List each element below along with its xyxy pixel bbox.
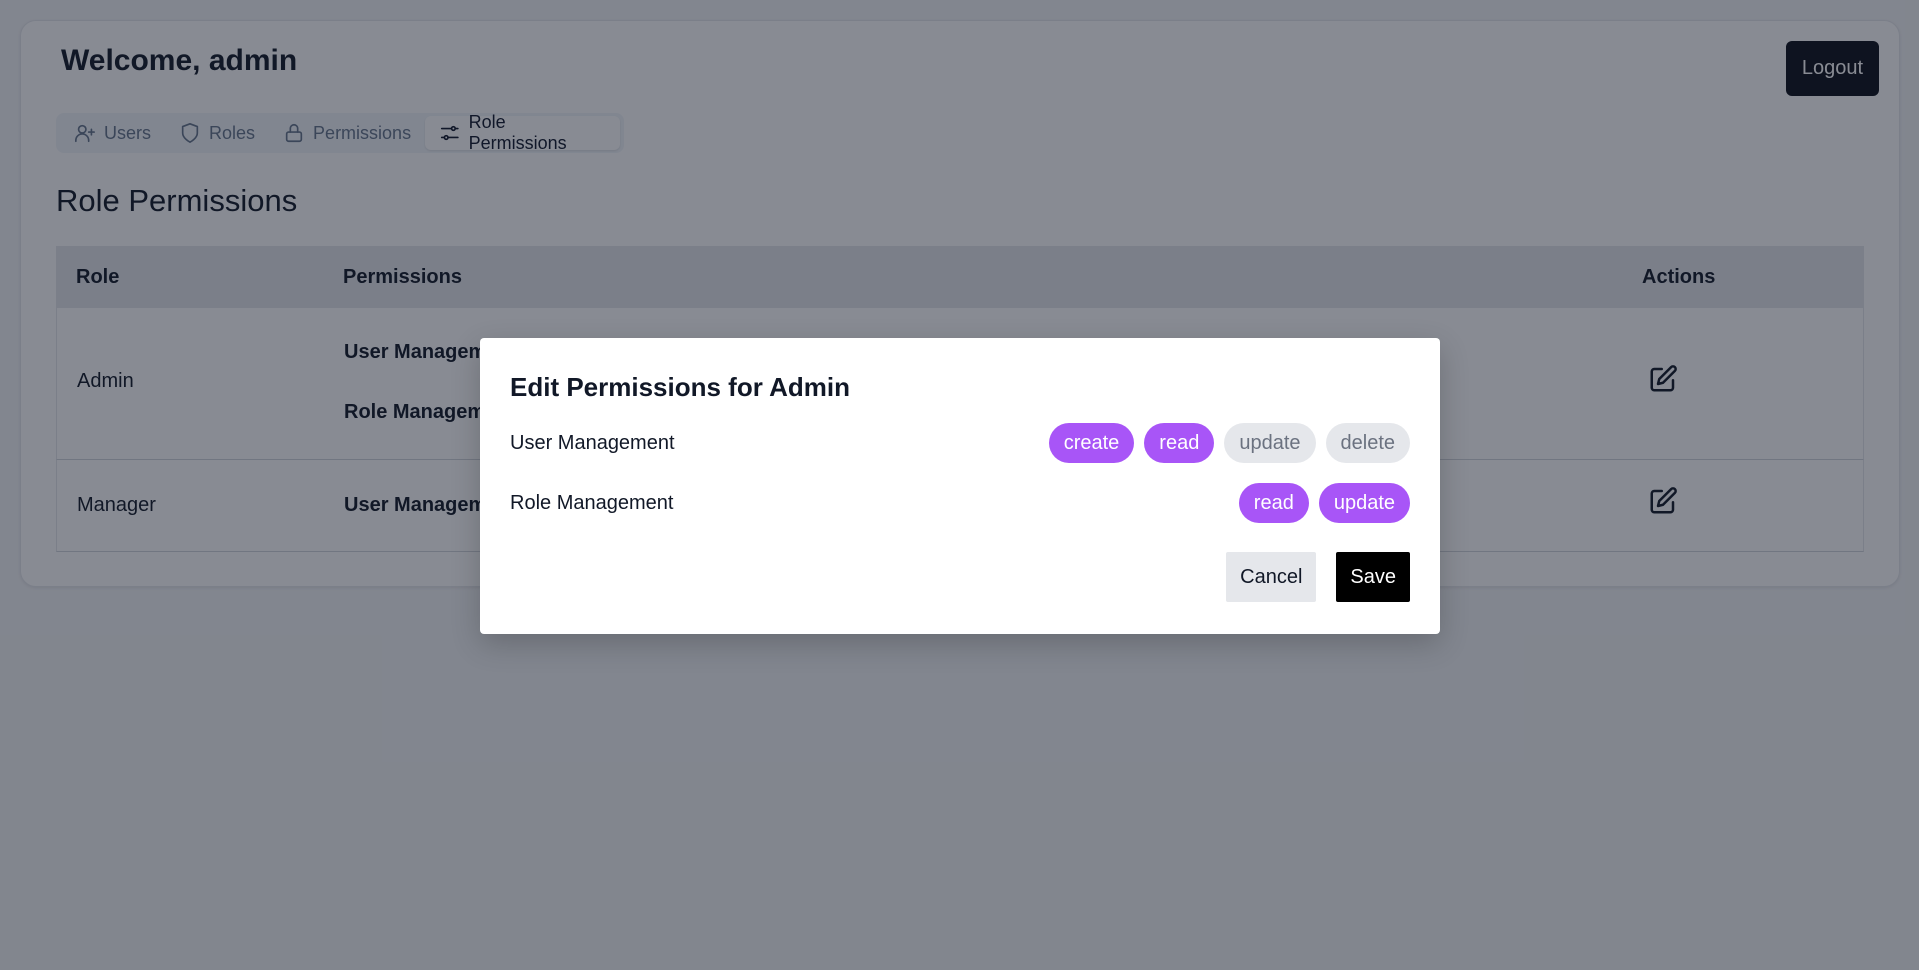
cancel-button[interactable]: Cancel xyxy=(1226,552,1317,602)
permission-group-name: User Management xyxy=(510,431,675,454)
modal-actions: Cancel Save xyxy=(1226,552,1410,602)
modal-title: Edit Permissions for Admin xyxy=(510,372,850,402)
permission-group-row: Role Management read update xyxy=(510,483,1410,523)
permission-group-row: User Management create read update delet… xyxy=(510,423,1410,463)
save-button[interactable]: Save xyxy=(1336,552,1410,602)
permission-chip-read[interactable]: read xyxy=(1238,483,1309,523)
permission-chip-create[interactable]: create xyxy=(1048,423,1135,463)
permission-chip-read[interactable]: read xyxy=(1144,423,1215,463)
edit-permissions-modal: Edit Permissions for Admin User Manageme… xyxy=(480,338,1440,634)
permission-group-name: Role Management xyxy=(510,491,674,514)
permission-chips: read update xyxy=(1238,483,1410,523)
permission-chip-update[interactable]: update xyxy=(1318,483,1410,523)
permission-chip-delete[interactable]: delete xyxy=(1325,423,1410,463)
permission-chip-update[interactable]: update xyxy=(1224,423,1316,463)
permission-chips: create read update delete xyxy=(1048,423,1410,463)
